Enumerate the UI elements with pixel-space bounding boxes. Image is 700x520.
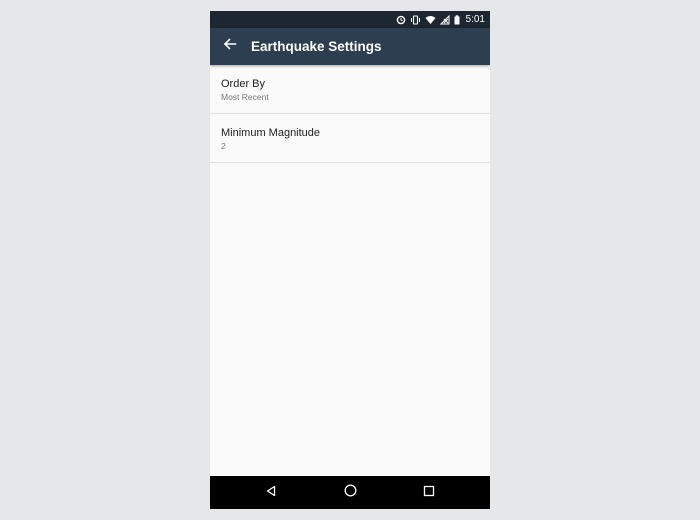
phone-screen: 5:01 Earthquake Settings Order By Most R… (210, 11, 490, 509)
wifi-icon (425, 15, 436, 25)
back-triangle-icon (265, 484, 277, 502)
nav-back-button[interactable] (251, 476, 291, 509)
preference-list: Order By Most Recent Minimum Magnitude 2 (210, 65, 490, 163)
vibrate-icon (410, 14, 421, 25)
preference-order-by[interactable]: Order By Most Recent (210, 65, 490, 114)
preference-summary: Most Recent (221, 92, 269, 102)
app-bar: Earthquake Settings (210, 28, 490, 65)
nav-home-button[interactable] (330, 476, 370, 509)
battery-icon (454, 14, 460, 25)
status-bar: 5:01 (210, 11, 490, 28)
back-button[interactable] (212, 28, 248, 65)
no-signal-icon (439, 14, 450, 25)
status-time: 5:01 (465, 14, 485, 25)
preference-title: Minimum Magnitude (221, 127, 321, 139)
page-title: Earthquake Settings (251, 39, 382, 54)
nav-recents-button[interactable] (409, 476, 449, 509)
back-arrow-icon (223, 37, 237, 56)
navigation-bar (210, 476, 490, 509)
recents-square-icon (423, 484, 435, 502)
sync-icon (396, 15, 406, 25)
home-circle-icon (344, 484, 357, 502)
preference-title: Order By (221, 78, 266, 90)
preference-minimum-magnitude[interactable]: Minimum Magnitude 2 (210, 114, 490, 163)
preference-summary: 2 (221, 141, 226, 151)
